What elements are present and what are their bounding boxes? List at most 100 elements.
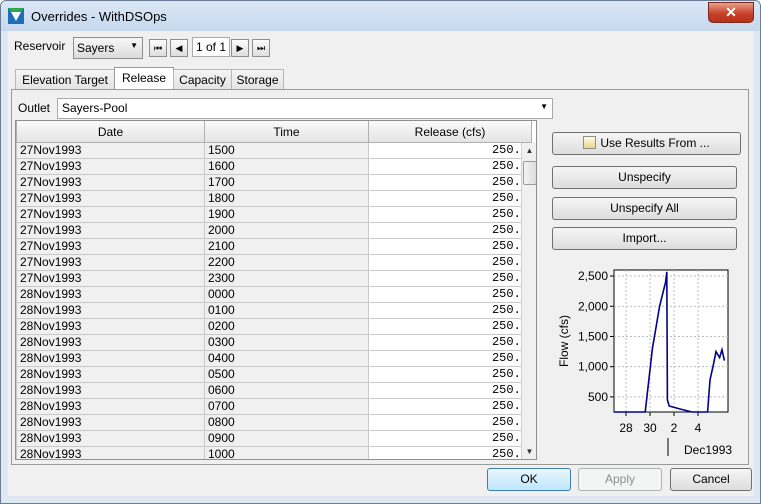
last-record-button[interactable]: ⏭ [252, 39, 270, 57]
release-cell[interactable]: 250.0 [368, 206, 532, 223]
table-row[interactable]: 27Nov1993 1800 250.0 [16, 190, 532, 207]
release-cell[interactable]: 250.0 [368, 158, 532, 175]
table-row[interactable]: 28Nov1993 1000 250.0 [16, 446, 532, 459]
time-cell: 1800 [204, 190, 369, 207]
release-cell[interactable]: 250.0 [368, 382, 532, 399]
vertical-scrollbar[interactable]: ▲ ▼ [521, 143, 536, 459]
first-record-button[interactable]: ⏮ [149, 39, 167, 57]
y-tick-label: 2,000 [578, 299, 608, 313]
date-cell: 27Nov1993 [16, 222, 205, 239]
cancel-button[interactable]: Cancel [670, 468, 752, 491]
table-row[interactable]: 27Nov1993 1500 250.0 [16, 142, 532, 159]
table-row[interactable]: 27Nov1993 1600 250.0 [16, 158, 532, 175]
time-cell: 0800 [204, 414, 369, 431]
unspecify-button[interactable]: Unspecify [552, 166, 737, 189]
column-header-time[interactable]: Time [204, 121, 369, 143]
app-icon [8, 8, 24, 24]
time-cell: 0200 [204, 318, 369, 335]
plot-area [613, 269, 729, 413]
table-row[interactable]: 28Nov1993 0600 250.0 [16, 382, 532, 399]
time-cell: 0500 [204, 366, 369, 383]
table-row[interactable]: 27Nov1993 1700 250.0 [16, 174, 532, 191]
chevron-down-icon: ▼ [130, 41, 138, 50]
import-button[interactable]: Import... [552, 227, 737, 250]
column-header-date[interactable]: Date [16, 121, 205, 143]
dialog-body: Reservoir Sayers ▼ ⏮ ◀ 1 of 1 ▶ ⏭ Elevat… [8, 31, 754, 496]
release-cell[interactable]: 250.0 [368, 302, 532, 319]
table-row[interactable]: 28Nov1993 0300 250.0 [16, 334, 532, 351]
release-cell[interactable]: 250.0 [368, 318, 532, 335]
time-cell: 1000 [204, 446, 369, 459]
tab-elevation-target[interactable]: Elevation Target [15, 69, 115, 90]
time-cell: 0000 [204, 286, 369, 303]
outlet-select[interactable]: Sayers-Pool ▼ [57, 98, 553, 119]
tab-capacity[interactable]: Capacity [173, 69, 232, 90]
release-cell[interactable]: 250.0 [368, 446, 532, 459]
unspecify-all-button[interactable]: Unspecify All [552, 197, 737, 220]
date-cell: 27Nov1993 [16, 158, 205, 175]
tab-release[interactable]: Release [114, 67, 174, 90]
date-cell: 28Nov1993 [16, 398, 205, 415]
release-cell[interactable]: 250.0 [368, 430, 532, 447]
column-header-release[interactable]: Release (cfs) [368, 121, 532, 143]
release-cell[interactable]: 250.0 [368, 190, 532, 207]
release-panel: Outlet Sayers-Pool ▼ Date Time Release (… [11, 89, 749, 465]
table-row[interactable]: 28Nov1993 0000 250.0 [16, 286, 532, 303]
scroll-down-icon[interactable]: ▼ [522, 444, 536, 459]
time-cell: 0400 [204, 350, 369, 367]
release-cell[interactable]: 250.0 [368, 414, 532, 431]
reservoir-select[interactable]: Sayers ▼ [73, 37, 143, 59]
date-cell: 28Nov1993 [16, 366, 205, 383]
release-cell[interactable]: 250.0 [368, 254, 532, 271]
release-cell[interactable]: 250.0 [368, 222, 532, 239]
title-bar[interactable]: Overrides - WithDSOps ✕ [1, 1, 760, 31]
tab-storage[interactable]: Storage [231, 69, 284, 90]
close-button[interactable]: ✕ [708, 2, 754, 23]
table-row[interactable]: 27Nov1993 2100 250.0 [16, 238, 532, 255]
time-cell: 1500 [204, 142, 369, 159]
record-indicator: 1 of 1 [192, 37, 231, 57]
time-cell: 0300 [204, 334, 369, 351]
time-cell: 2300 [204, 270, 369, 287]
ok-button[interactable]: OK [487, 468, 571, 491]
date-cell: 28Nov1993 [16, 286, 205, 303]
time-cell: 1900 [204, 206, 369, 223]
reservoir-label: Reservoir [14, 39, 66, 53]
table-row[interactable]: 28Nov1993 0900 250.0 [16, 430, 532, 447]
release-cell[interactable]: 250.0 [368, 270, 532, 287]
release-cell[interactable]: 250.0 [368, 142, 532, 159]
previous-record-button[interactable]: ◀ [170, 39, 188, 57]
scroll-up-icon[interactable]: ▲ [522, 143, 536, 158]
release-table[interactable]: Date Time Release (cfs) 27Nov1993 1500 250… [15, 120, 537, 460]
table-row[interactable]: 28Nov1993 0800 250.0 [16, 414, 532, 431]
release-cell[interactable]: 250.0 [368, 350, 532, 367]
release-cell[interactable]: 250.0 [368, 334, 532, 351]
date-cell: 27Nov1993 [16, 174, 205, 191]
table-row[interactable]: 27Nov1993 2200 250.0 [16, 254, 532, 271]
table-row[interactable]: 27Nov1993 2300 250.0 [16, 270, 532, 287]
table-row[interactable]: 28Nov1993 0700 250.0 [16, 398, 532, 415]
x-axis-label: Dec1993 [684, 443, 732, 457]
date-cell: 27Nov1993 [16, 270, 205, 287]
release-cell[interactable]: 250.0 [368, 398, 532, 415]
date-cell: 28Nov1993 [16, 414, 205, 431]
table-row[interactable]: 27Nov1993 1900 250.0 [16, 206, 532, 223]
release-cell[interactable]: 250.0 [368, 174, 532, 191]
release-cell[interactable]: 250.0 [368, 366, 532, 383]
release-cell[interactable]: 250.0 [368, 238, 532, 255]
table-header-row: Date Time Release (cfs) [16, 121, 532, 143]
next-record-icon: ▶ [236, 43, 244, 53]
table-row[interactable]: 27Nov1993 2000 250.0 [16, 222, 532, 239]
use-results-from-button[interactable]: Use Results From ... [552, 132, 741, 155]
chevron-down-icon: ▼ [540, 102, 548, 111]
dialog-button-bar: OK Apply Cancel [8, 465, 754, 496]
use-results-checkbox[interactable] [583, 136, 597, 149]
table-row[interactable]: 28Nov1993 0400 250.0 [16, 350, 532, 367]
table-row[interactable]: 28Nov1993 0500 250.0 [16, 366, 532, 383]
table-row[interactable]: 28Nov1993 0100 250.0 [16, 302, 532, 319]
next-record-button[interactable]: ▶ [231, 39, 249, 57]
release-cell[interactable]: 250.0 [368, 286, 532, 303]
table-row[interactable]: 28Nov1993 0200 250.0 [16, 318, 532, 335]
apply-button: Apply [578, 468, 662, 491]
scroll-thumb[interactable] [523, 161, 536, 185]
